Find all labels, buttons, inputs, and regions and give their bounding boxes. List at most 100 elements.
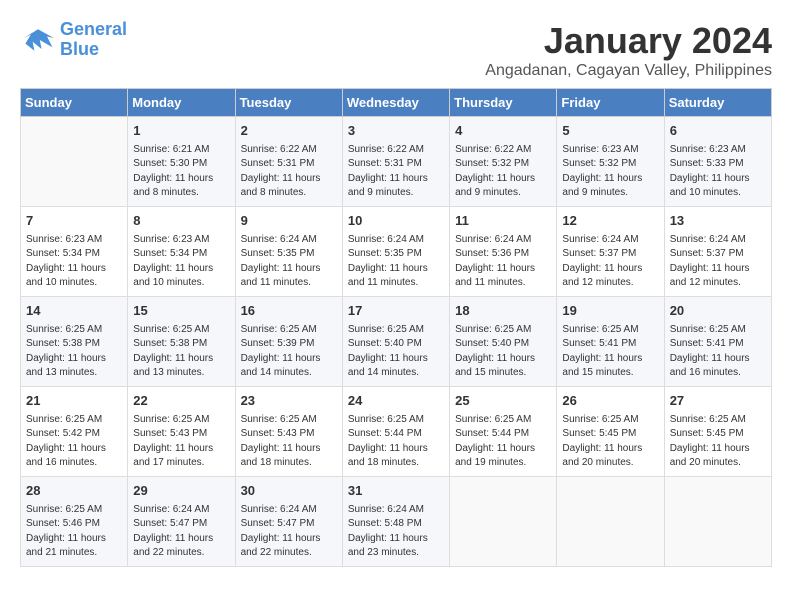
day-info: Sunrise: 6:25 AM Sunset: 5:41 PM Dayligh… [670, 323, 766, 381]
calendar-week-row: 21Sunrise: 6:25 AM Sunset: 5:42 PM Dayli… [21, 387, 772, 477]
calendar-cell: 31Sunrise: 6:24 AM Sunset: 5:48 PM Dayli… [342, 477, 449, 567]
day-info: Sunrise: 6:24 AM Sunset: 5:35 PM Dayligh… [348, 233, 444, 291]
day-number: 24 [348, 391, 444, 411]
calendar-cell: 8Sunrise: 6:23 AM Sunset: 5:34 PM Daylig… [128, 207, 235, 297]
calendar-cell: 10Sunrise: 6:24 AM Sunset: 5:35 PM Dayli… [342, 207, 449, 297]
page-header: General Blue January 2024 Angadanan, Cag… [20, 20, 772, 80]
calendar-header-row: SundayMondayTuesdayWednesdayThursdayFrid… [21, 89, 772, 117]
calendar-cell: 28Sunrise: 6:25 AM Sunset: 5:46 PM Dayli… [21, 477, 128, 567]
day-number: 27 [670, 391, 766, 411]
day-info: Sunrise: 6:25 AM Sunset: 5:46 PM Dayligh… [26, 503, 122, 561]
day-number: 7 [26, 211, 122, 231]
day-info: Sunrise: 6:21 AM Sunset: 5:30 PM Dayligh… [133, 143, 229, 201]
day-info: Sunrise: 6:25 AM Sunset: 5:38 PM Dayligh… [133, 323, 229, 381]
calendar-cell: 24Sunrise: 6:25 AM Sunset: 5:44 PM Dayli… [342, 387, 449, 477]
calendar-cell: 6Sunrise: 6:23 AM Sunset: 5:33 PM Daylig… [664, 117, 771, 207]
day-info: Sunrise: 6:25 AM Sunset: 5:40 PM Dayligh… [455, 323, 551, 381]
title-block: January 2024 Angadanan, Cagayan Valley, … [485, 20, 772, 80]
calendar-cell: 11Sunrise: 6:24 AM Sunset: 5:36 PM Dayli… [450, 207, 557, 297]
calendar-cell: 3Sunrise: 6:22 AM Sunset: 5:31 PM Daylig… [342, 117, 449, 207]
day-info: Sunrise: 6:24 AM Sunset: 5:37 PM Dayligh… [562, 233, 658, 291]
calendar-cell: 19Sunrise: 6:25 AM Sunset: 5:41 PM Dayli… [557, 297, 664, 387]
col-header-monday: Monday [128, 89, 235, 117]
calendar-cell: 22Sunrise: 6:25 AM Sunset: 5:43 PM Dayli… [128, 387, 235, 477]
day-number: 22 [133, 391, 229, 411]
day-number: 30 [241, 481, 337, 501]
day-info: Sunrise: 6:25 AM Sunset: 5:43 PM Dayligh… [241, 413, 337, 471]
day-number: 31 [348, 481, 444, 501]
day-info: Sunrise: 6:23 AM Sunset: 5:33 PM Dayligh… [670, 143, 766, 201]
calendar-cell: 26Sunrise: 6:25 AM Sunset: 5:45 PM Dayli… [557, 387, 664, 477]
calendar-cell: 25Sunrise: 6:25 AM Sunset: 5:44 PM Dayli… [450, 387, 557, 477]
day-info: Sunrise: 6:24 AM Sunset: 5:35 PM Dayligh… [241, 233, 337, 291]
logo-line2: Blue [60, 39, 99, 59]
day-info: Sunrise: 6:25 AM Sunset: 5:43 PM Dayligh… [133, 413, 229, 471]
calendar-cell: 30Sunrise: 6:24 AM Sunset: 5:47 PM Dayli… [235, 477, 342, 567]
calendar-cell: 14Sunrise: 6:25 AM Sunset: 5:38 PM Dayli… [21, 297, 128, 387]
day-info: Sunrise: 6:23 AM Sunset: 5:34 PM Dayligh… [26, 233, 122, 291]
calendar-cell: 1Sunrise: 6:21 AM Sunset: 5:30 PM Daylig… [128, 117, 235, 207]
calendar-cell: 7Sunrise: 6:23 AM Sunset: 5:34 PM Daylig… [21, 207, 128, 297]
location-subtitle: Angadanan, Cagayan Valley, Philippines [485, 62, 772, 80]
calendar-cell: 27Sunrise: 6:25 AM Sunset: 5:45 PM Dayli… [664, 387, 771, 477]
calendar-table: SundayMondayTuesdayWednesdayThursdayFrid… [20, 88, 772, 567]
col-header-wednesday: Wednesday [342, 89, 449, 117]
day-number: 18 [455, 301, 551, 321]
day-info: Sunrise: 6:24 AM Sunset: 5:47 PM Dayligh… [133, 503, 229, 561]
calendar-cell: 4Sunrise: 6:22 AM Sunset: 5:32 PM Daylig… [450, 117, 557, 207]
calendar-week-row: 28Sunrise: 6:25 AM Sunset: 5:46 PM Dayli… [21, 477, 772, 567]
calendar-cell: 5Sunrise: 6:23 AM Sunset: 5:32 PM Daylig… [557, 117, 664, 207]
day-number: 14 [26, 301, 122, 321]
day-info: Sunrise: 6:25 AM Sunset: 5:41 PM Dayligh… [562, 323, 658, 381]
logo: General Blue [20, 20, 127, 60]
col-header-thursday: Thursday [450, 89, 557, 117]
calendar-cell: 17Sunrise: 6:25 AM Sunset: 5:40 PM Dayli… [342, 297, 449, 387]
col-header-sunday: Sunday [21, 89, 128, 117]
calendar-cell [450, 477, 557, 567]
calendar-cell: 29Sunrise: 6:24 AM Sunset: 5:47 PM Dayli… [128, 477, 235, 567]
day-number: 3 [348, 121, 444, 141]
day-number: 6 [670, 121, 766, 141]
day-number: 8 [133, 211, 229, 231]
day-number: 26 [562, 391, 658, 411]
day-number: 21 [26, 391, 122, 411]
day-info: Sunrise: 6:23 AM Sunset: 5:32 PM Dayligh… [562, 143, 658, 201]
day-number: 11 [455, 211, 551, 231]
day-number: 1 [133, 121, 229, 141]
calendar-cell: 2Sunrise: 6:22 AM Sunset: 5:31 PM Daylig… [235, 117, 342, 207]
logo-icon [20, 25, 56, 55]
day-number: 25 [455, 391, 551, 411]
calendar-cell: 9Sunrise: 6:24 AM Sunset: 5:35 PM Daylig… [235, 207, 342, 297]
col-header-friday: Friday [557, 89, 664, 117]
day-number: 12 [562, 211, 658, 231]
calendar-cell: 18Sunrise: 6:25 AM Sunset: 5:40 PM Dayli… [450, 297, 557, 387]
day-info: Sunrise: 6:24 AM Sunset: 5:47 PM Dayligh… [241, 503, 337, 561]
day-info: Sunrise: 6:23 AM Sunset: 5:34 PM Dayligh… [133, 233, 229, 291]
calendar-week-row: 7Sunrise: 6:23 AM Sunset: 5:34 PM Daylig… [21, 207, 772, 297]
day-info: Sunrise: 6:25 AM Sunset: 5:44 PM Dayligh… [348, 413, 444, 471]
col-header-saturday: Saturday [664, 89, 771, 117]
day-number: 19 [562, 301, 658, 321]
day-number: 5 [562, 121, 658, 141]
day-number: 28 [26, 481, 122, 501]
day-info: Sunrise: 6:22 AM Sunset: 5:32 PM Dayligh… [455, 143, 551, 201]
day-info: Sunrise: 6:25 AM Sunset: 5:39 PM Dayligh… [241, 323, 337, 381]
day-number: 20 [670, 301, 766, 321]
calendar-cell: 16Sunrise: 6:25 AM Sunset: 5:39 PM Dayli… [235, 297, 342, 387]
day-number: 9 [241, 211, 337, 231]
day-info: Sunrise: 6:22 AM Sunset: 5:31 PM Dayligh… [348, 143, 444, 201]
col-header-tuesday: Tuesday [235, 89, 342, 117]
day-info: Sunrise: 6:25 AM Sunset: 5:44 PM Dayligh… [455, 413, 551, 471]
day-info: Sunrise: 6:25 AM Sunset: 5:45 PM Dayligh… [562, 413, 658, 471]
calendar-cell [21, 117, 128, 207]
day-number: 10 [348, 211, 444, 231]
calendar-cell [557, 477, 664, 567]
day-info: Sunrise: 6:24 AM Sunset: 5:37 PM Dayligh… [670, 233, 766, 291]
calendar-cell: 15Sunrise: 6:25 AM Sunset: 5:38 PM Dayli… [128, 297, 235, 387]
day-number: 16 [241, 301, 337, 321]
calendar-week-row: 1Sunrise: 6:21 AM Sunset: 5:30 PM Daylig… [21, 117, 772, 207]
day-number: 17 [348, 301, 444, 321]
day-number: 15 [133, 301, 229, 321]
day-info: Sunrise: 6:25 AM Sunset: 5:42 PM Dayligh… [26, 413, 122, 471]
day-info: Sunrise: 6:25 AM Sunset: 5:38 PM Dayligh… [26, 323, 122, 381]
